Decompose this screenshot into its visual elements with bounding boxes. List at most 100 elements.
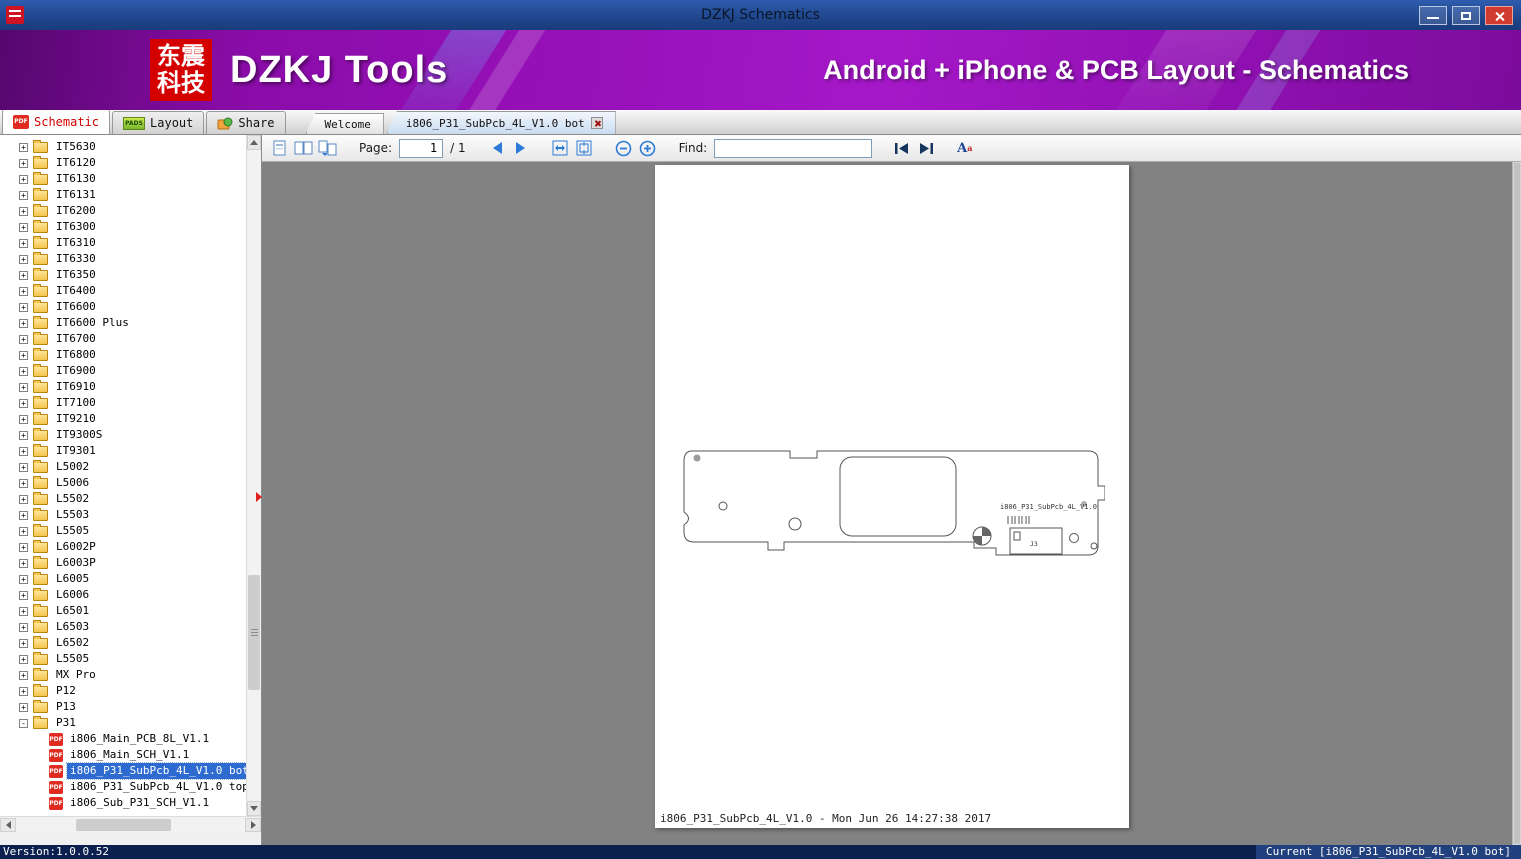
expand-icon[interactable]: + [19, 622, 28, 632]
scroll-left-button[interactable] [0, 817, 16, 832]
expand-icon[interactable]: + [19, 494, 28, 504]
expand-icon[interactable]: + [19, 686, 28, 696]
expand-icon[interactable]: + [19, 318, 28, 328]
expand-icon[interactable]: + [19, 670, 28, 680]
tree-folder-item[interactable]: + L6005 [0, 571, 246, 587]
tab-share[interactable]: Share [206, 111, 286, 134]
tree-folder-item[interactable]: + L5502 [0, 491, 246, 507]
expand-icon[interactable]: + [19, 702, 28, 712]
find-input[interactable] [714, 138, 873, 158]
match-case-icon[interactable]: Aa [955, 139, 974, 158]
expand-icon[interactable]: + [19, 478, 28, 488]
doc-tab-welcome[interactable]: Welcome [305, 113, 384, 134]
expand-icon[interactable]: + [19, 526, 28, 536]
expand-icon[interactable]: + [19, 254, 28, 264]
expand-icon[interactable]: + [19, 222, 28, 232]
expand-icon[interactable]: + [19, 430, 28, 440]
tree-folder-item-expanded[interactable]: - P31 [0, 715, 246, 731]
tree-file-item[interactable]: PDF i806_Sub_P31_SCH_V1.1 [0, 795, 246, 811]
expand-icon[interactable]: + [19, 606, 28, 616]
scroll-up-button[interactable] [247, 135, 261, 150]
tree-folder-item[interactable]: + IT9210 [0, 411, 246, 427]
scroll-right-button[interactable] [245, 817, 261, 832]
tree-folder-item[interactable]: + P12 [0, 683, 246, 699]
expand-icon[interactable]: + [19, 558, 28, 568]
title-bar[interactable]: DZKJ Schematics [0, 0, 1521, 30]
expand-icon[interactable]: + [19, 654, 28, 664]
scroll-down-button[interactable] [247, 801, 261, 816]
canvas-vertical-scrollbar[interactable] [1512, 162, 1521, 845]
vertical-scroll-track[interactable] [247, 150, 261, 801]
tree-folder-item[interactable]: + IT6300 [0, 219, 246, 235]
tree-folder-item[interactable]: + IT5630 [0, 139, 246, 155]
pdf-canvas[interactable]: i806_P31_SubPcb_4L_V1.0 J3 i806_P31_SubP… [262, 162, 1521, 845]
tree-vertical-scrollbar[interactable] [246, 135, 261, 816]
find-previous-icon[interactable] [892, 139, 911, 158]
expand-icon[interactable]: + [19, 158, 28, 168]
tree-folder-item[interactable]: + L5002 [0, 459, 246, 475]
tree-folder-item[interactable]: + IT6700 [0, 331, 246, 347]
fit-width-icon[interactable] [551, 139, 570, 158]
tree-folder-item[interactable]: + IT9300S [0, 427, 246, 443]
zoom-out-icon[interactable] [614, 139, 633, 158]
page-number-input[interactable] [399, 138, 444, 158]
facing-pages-view-icon[interactable] [294, 139, 313, 158]
tree-folder-item[interactable]: + IT6600 Plus [0, 315, 246, 331]
tree-file-item[interactable]: PDF i806_P31_SubPcb_4L_V1.0 bot [0, 762, 246, 780]
canvas-scroll-thumb[interactable] [1514, 163, 1520, 844]
tree-file-item[interactable]: PDF i806_Main_PCB_8L_V1.1 [0, 731, 246, 747]
expand-icon[interactable]: + [19, 542, 28, 552]
tree-folder-item[interactable]: + IT6900 [0, 363, 246, 379]
expand-icon[interactable]: + [19, 334, 28, 344]
pdf-page[interactable]: i806_P31_SubPcb_4L_V1.0 J3 i806_P31_SubP… [655, 165, 1129, 828]
expand-icon[interactable]: + [19, 286, 28, 296]
tree-folder-item[interactable]: + L6003P [0, 555, 246, 571]
collapse-icon[interactable]: - [19, 718, 28, 728]
expand-icon[interactable]: + [19, 398, 28, 408]
expand-icon[interactable]: + [19, 174, 28, 184]
tree-folder-item[interactable]: + L6503 [0, 619, 246, 635]
tree-folder-item[interactable]: + L6002P [0, 539, 246, 555]
single-page-view-icon[interactable] [270, 139, 289, 158]
tree-folder-item[interactable]: + IT6350 [0, 267, 246, 283]
expand-icon[interactable]: + [19, 574, 28, 584]
tree-folder-item[interactable]: + IT6600 [0, 299, 246, 315]
tree-folder-item[interactable]: + IT9301 [0, 443, 246, 459]
expand-icon[interactable]: + [19, 638, 28, 648]
fit-page-icon[interactable] [575, 139, 594, 158]
tree-folder-item[interactable]: + IT6910 [0, 379, 246, 395]
horizontal-scroll-thumb[interactable] [76, 818, 171, 831]
tree-folder-item[interactable]: + IT6120 [0, 155, 246, 171]
tree-folder-item[interactable]: + L5006 [0, 475, 246, 491]
expand-icon[interactable]: + [19, 302, 28, 312]
horizontal-scroll-track[interactable] [16, 818, 245, 832]
expand-icon[interactable]: + [19, 270, 28, 280]
vertical-scroll-thumb[interactable] [248, 575, 260, 690]
tree-folder-item[interactable]: + IT6130 [0, 171, 246, 187]
tree-folder-item[interactable]: + P13 [0, 699, 246, 715]
find-next-icon[interactable] [916, 139, 935, 158]
doc-tab-subpcb-bot[interactable]: i806_P31_SubPcb_4L_V1.0 bot [386, 111, 616, 134]
expand-icon[interactable]: + [19, 238, 28, 248]
tree-folder-item[interactable]: + IT6800 [0, 347, 246, 363]
expand-icon[interactable]: + [19, 350, 28, 360]
tree-folder-item[interactable]: + IT6400 [0, 283, 246, 299]
tree-folder-item[interactable]: + L6501 [0, 603, 246, 619]
expand-icon[interactable]: + [19, 190, 28, 200]
tree-file-item[interactable]: PDF i806_P31_SubPcb_4L_V1.0 top [0, 779, 246, 795]
tree-folder-item[interactable]: + IT7100 [0, 395, 246, 411]
expand-icon[interactable]: + [19, 366, 28, 376]
tab-layout[interactable]: PADS Layout [112, 111, 205, 134]
tree-folder-item[interactable]: + L5505 [0, 523, 246, 539]
next-page-icon[interactable] [512, 139, 531, 158]
tree-file-item[interactable]: PDF i806_Main_SCH_V1.1 [0, 747, 246, 763]
expand-icon[interactable]: + [19, 414, 28, 424]
expand-icon[interactable]: + [19, 206, 28, 216]
sidebar-collapse-arrow[interactable] [256, 492, 262, 502]
tab-close-icon[interactable] [590, 117, 603, 129]
expand-icon[interactable]: + [19, 590, 28, 600]
minimize-button[interactable] [1419, 5, 1447, 25]
expand-icon[interactable]: + [19, 382, 28, 392]
expand-icon[interactable]: + [19, 142, 28, 152]
tree-folder-item[interactable]: + MX Pro [0, 667, 246, 683]
